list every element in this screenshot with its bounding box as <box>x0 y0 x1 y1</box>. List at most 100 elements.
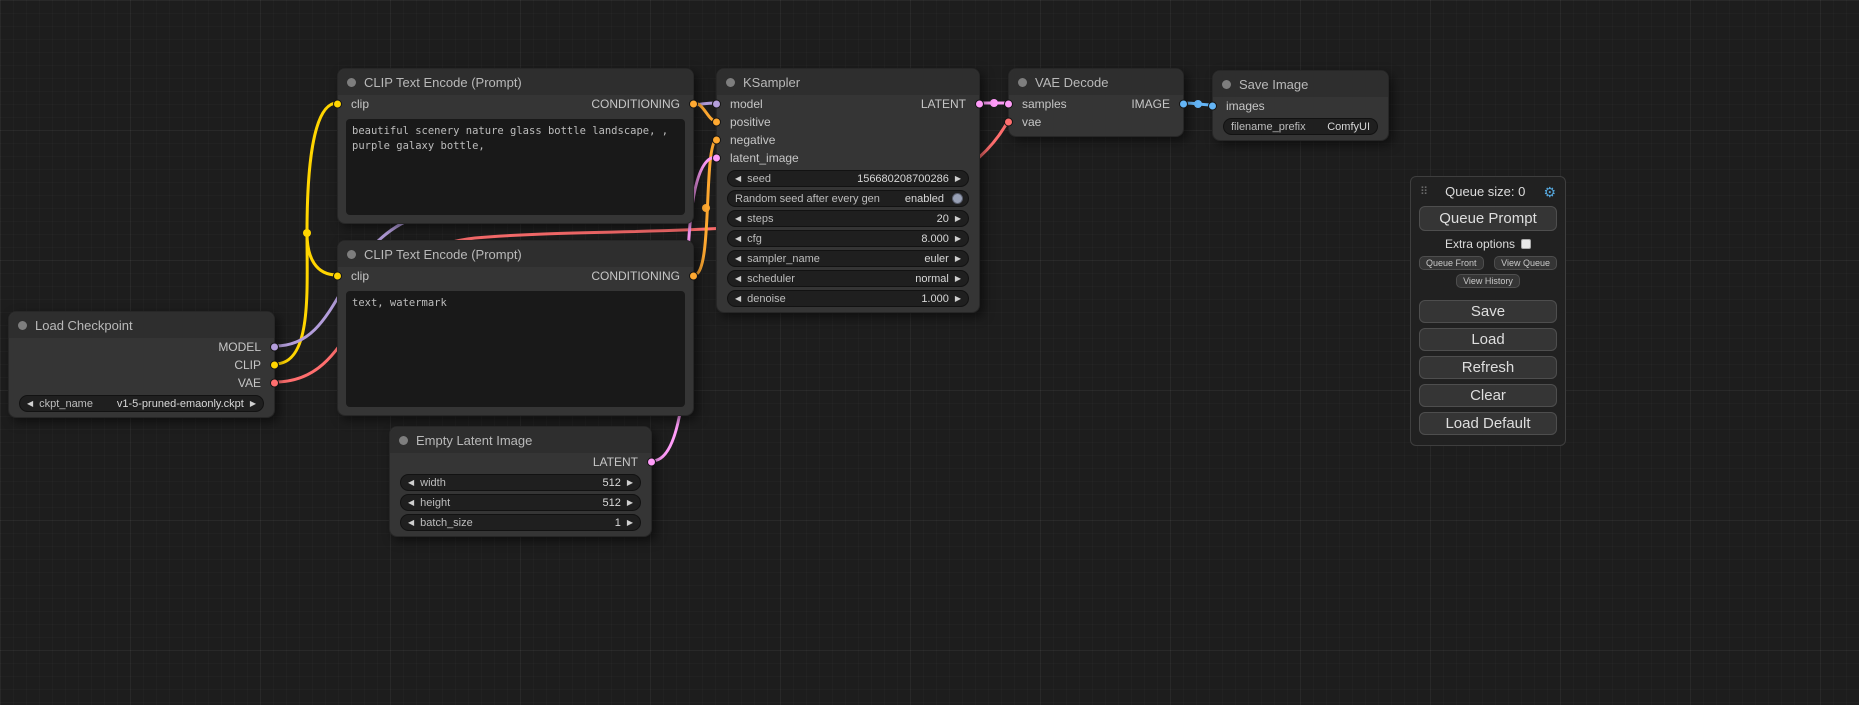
toggle-knob-icon[interactable] <box>952 193 963 204</box>
node-title-bar[interactable]: KSampler <box>717 69 979 95</box>
node-title-bar[interactable]: CLIP Text Encode (Prompt) <box>338 69 693 95</box>
node-load-checkpoint[interactable]: Load Checkpoint MODEL CLIP VAE ◀ ckpt_na… <box>8 311 275 418</box>
denoise-widget[interactable]: ◀ denoise 1.000 ▶ <box>727 290 969 307</box>
collapse-dot[interactable] <box>399 436 408 445</box>
settings-gear-icon[interactable]: ⚙ <box>1543 185 1556 199</box>
images-input-dot[interactable] <box>1208 102 1217 111</box>
node-title: Empty Latent Image <box>416 433 532 448</box>
sampler-name-widget[interactable]: ◀ sampler_name euler ▶ <box>727 250 969 267</box>
negative-prompt-textarea[interactable]: text, watermark <box>346 291 685 407</box>
filename-prefix-widget[interactable]: filename_prefix ComfyUI <box>1223 118 1378 135</box>
menu-header: ⠿ Queue size: 0 ⚙ <box>1419 184 1557 201</box>
height-widget[interactable]: ◀ height 512 ▶ <box>400 494 641 511</box>
latent-output-dot[interactable] <box>975 100 984 109</box>
vae-input-dot[interactable] <box>1004 118 1013 127</box>
clip-output-dot[interactable] <box>270 361 279 370</box>
extra-options-checkbox[interactable] <box>1521 239 1531 249</box>
wire-midpoint-negative[interactable] <box>702 204 710 212</box>
decrement-arrow-icon[interactable]: ◀ <box>408 519 414 527</box>
random-seed-toggle[interactable]: Random seed after every gen enabled <box>727 190 969 207</box>
load-default-button[interactable]: Load Default <box>1419 412 1557 435</box>
input-label: samples <box>1022 97 1067 111</box>
node-title-bar[interactable]: Load Checkpoint <box>9 312 274 338</box>
increment-arrow-icon[interactable]: ▶ <box>955 275 961 283</box>
input-label: latent_image <box>730 151 799 165</box>
model-input-dot[interactable] <box>712 100 721 109</box>
decrement-arrow-icon[interactable]: ◀ <box>408 479 414 487</box>
increment-arrow-icon[interactable]: ▶ <box>955 255 961 263</box>
wire-midpoint-latent[interactable] <box>990 99 998 107</box>
increment-arrow-icon[interactable]: ▶ <box>955 175 961 183</box>
increment-arrow-icon[interactable]: ▶ <box>627 499 633 507</box>
decrement-arrow-icon[interactable]: ◀ <box>27 400 33 408</box>
conditioning-output-dot[interactable] <box>689 272 698 281</box>
image-output-dot[interactable] <box>1179 100 1188 109</box>
save-button[interactable]: Save <box>1419 300 1557 323</box>
comfy-menu-panel[interactable]: ⠿ Queue size: 0 ⚙ Queue Prompt Extra opt… <box>1410 176 1566 446</box>
collapse-dot[interactable] <box>347 250 356 259</box>
batch-size-widget[interactable]: ◀ batch_size 1 ▶ <box>400 514 641 531</box>
increment-arrow-icon[interactable]: ▶ <box>955 235 961 243</box>
queue-front-button[interactable]: Queue Front <box>1419 256 1484 270</box>
positive-input-dot[interactable] <box>712 118 721 127</box>
increment-arrow-icon[interactable]: ▶ <box>250 400 256 408</box>
node-vae-decode[interactable]: VAE Decode samples IMAGE vae <box>1008 68 1184 137</box>
node-clip-text-encode-negative[interactable]: CLIP Text Encode (Prompt) clip CONDITION… <box>337 240 694 416</box>
vae-output-dot[interactable] <box>270 379 279 388</box>
decrement-arrow-icon[interactable]: ◀ <box>735 235 741 243</box>
model-output-dot[interactable] <box>270 343 279 352</box>
increment-arrow-icon[interactable]: ▶ <box>955 215 961 223</box>
wire-midpoint-clip[interactable] <box>303 229 311 237</box>
cfg-widget[interactable]: ◀ cfg 8.000 ▶ <box>727 230 969 247</box>
node-ksampler[interactable]: KSampler model LATENT positive negative … <box>716 68 980 313</box>
clip-input-dot[interactable] <box>333 272 342 281</box>
node-title-bar[interactable]: Save Image <box>1213 71 1388 97</box>
ckpt-name-widget[interactable]: ◀ ckpt_name v1-5-pruned-emaonly.ckpt ▶ <box>19 395 264 412</box>
latent-image-input-dot[interactable] <box>712 154 721 163</box>
decrement-arrow-icon[interactable]: ◀ <box>735 255 741 263</box>
widget-label: filename_prefix <box>1231 121 1306 133</box>
output-label: MODEL <box>218 340 261 354</box>
latent-output-dot[interactable] <box>647 458 656 467</box>
clear-button[interactable]: Clear <box>1419 384 1557 407</box>
widget-value: 1.000 <box>921 293 949 305</box>
steps-widget[interactable]: ◀ steps 20 ▶ <box>727 210 969 227</box>
node-save-image[interactable]: Save Image images filename_prefix ComfyU… <box>1212 70 1389 141</box>
view-history-button[interactable]: View History <box>1456 274 1520 288</box>
queue-size-label: Queue size: 0 <box>1432 184 1538 199</box>
node-title-bar[interactable]: CLIP Text Encode (Prompt) <box>338 241 693 267</box>
wire-midpoint-image[interactable] <box>1194 100 1202 108</box>
refresh-button[interactable]: Refresh <box>1419 356 1557 379</box>
decrement-arrow-icon[interactable]: ◀ <box>408 499 414 507</box>
clip-input-dot[interactable] <box>333 100 342 109</box>
seed-widget[interactable]: ◀ seed 156680208700286 ▶ <box>727 170 969 187</box>
negative-input-dot[interactable] <box>712 136 721 145</box>
node-title-bar[interactable]: VAE Decode <box>1009 69 1183 95</box>
increment-arrow-icon[interactable]: ▶ <box>955 295 961 303</box>
samples-input-dot[interactable] <box>1004 100 1013 109</box>
view-queue-button[interactable]: View Queue <box>1494 256 1557 270</box>
output-label: LATENT <box>921 97 966 111</box>
decrement-arrow-icon[interactable]: ◀ <box>735 215 741 223</box>
collapse-dot[interactable] <box>1018 78 1027 87</box>
positive-prompt-textarea[interactable]: beautiful scenery nature glass bottle la… <box>346 119 685 215</box>
node-empty-latent-image[interactable]: Empty Latent Image LATENT ◀ width 512 ▶ … <box>389 426 652 537</box>
node-canvas[interactable]: Load Checkpoint MODEL CLIP VAE ◀ ckpt_na… <box>0 0 1859 705</box>
collapse-dot[interactable] <box>726 78 735 87</box>
decrement-arrow-icon[interactable]: ◀ <box>735 295 741 303</box>
node-clip-text-encode-positive[interactable]: CLIP Text Encode (Prompt) clip CONDITION… <box>337 68 694 224</box>
scheduler-widget[interactable]: ◀ scheduler normal ▶ <box>727 270 969 287</box>
collapse-dot[interactable] <box>347 78 356 87</box>
decrement-arrow-icon[interactable]: ◀ <box>735 175 741 183</box>
width-widget[interactable]: ◀ width 512 ▶ <box>400 474 641 491</box>
load-button[interactable]: Load <box>1419 328 1557 351</box>
increment-arrow-icon[interactable]: ▶ <box>627 519 633 527</box>
drag-handle-icon[interactable]: ⠿ <box>1420 185 1427 198</box>
decrement-arrow-icon[interactable]: ◀ <box>735 275 741 283</box>
increment-arrow-icon[interactable]: ▶ <box>627 479 633 487</box>
node-title-bar[interactable]: Empty Latent Image <box>390 427 651 453</box>
conditioning-output-dot[interactable] <box>689 100 698 109</box>
queue-prompt-button[interactable]: Queue Prompt <box>1419 206 1557 231</box>
collapse-dot[interactable] <box>18 321 27 330</box>
collapse-dot[interactable] <box>1222 80 1231 89</box>
